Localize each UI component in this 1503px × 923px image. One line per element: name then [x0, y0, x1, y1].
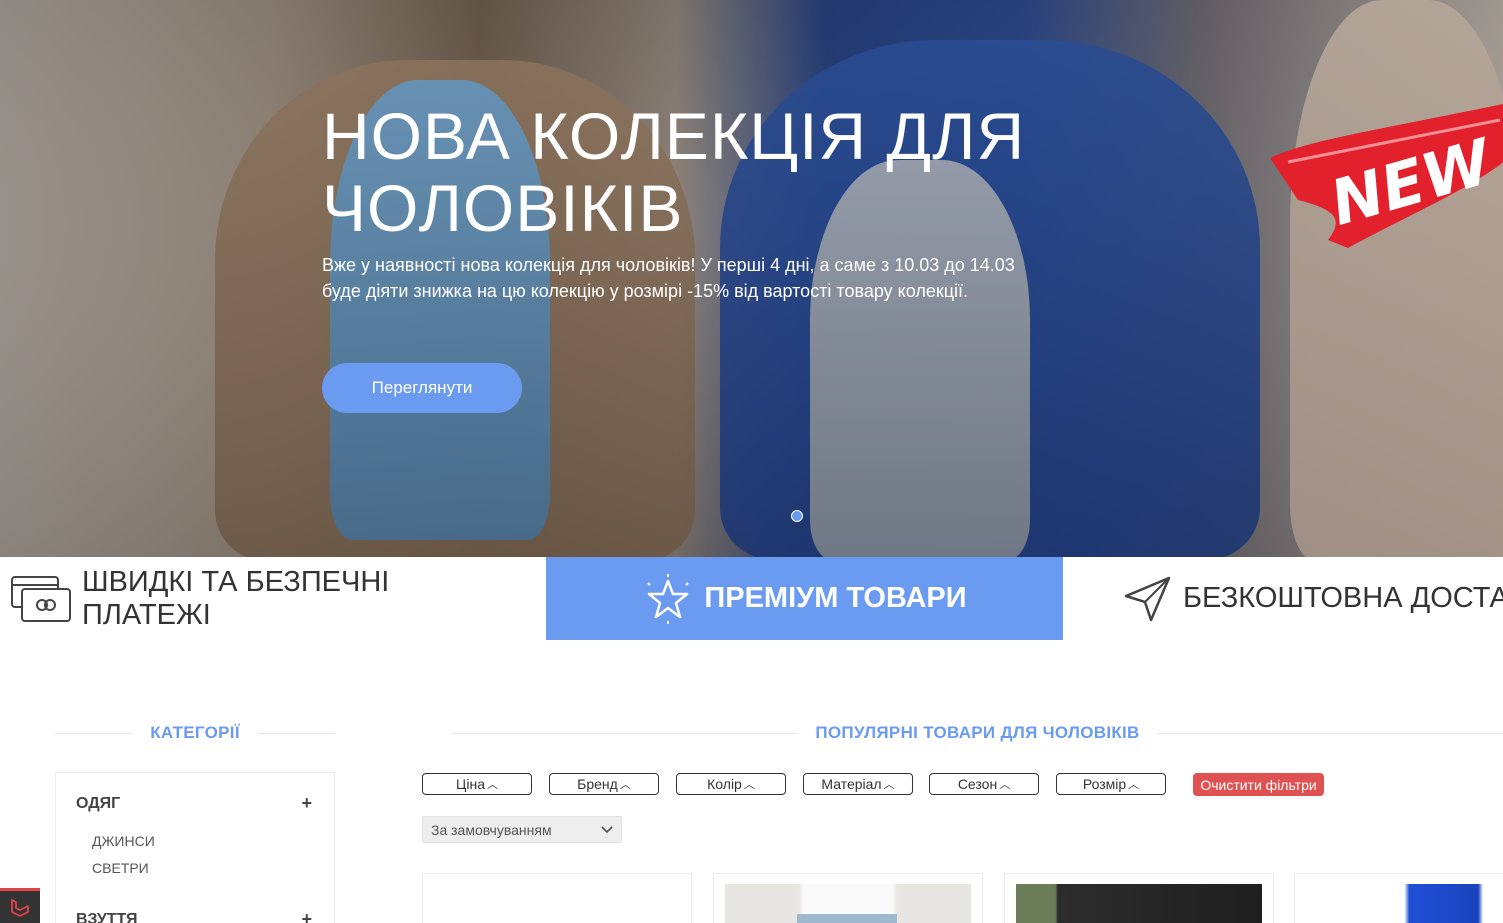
- categories-heading: КАТЕГОРІЇ: [55, 722, 335, 744]
- clear-filters-button[interactable]: Очистити фільтри: [1193, 773, 1324, 796]
- categories-title: КАТЕГОРІЇ: [150, 723, 240, 742]
- chevron-down-icon: ︿: [1128, 779, 1140, 791]
- filter-label: Сезон: [957, 776, 998, 792]
- category-item-sweaters[interactable]: СВЕТРИ: [92, 860, 149, 876]
- new-badge-icon: NEW: [1270, 104, 1503, 248]
- star-icon: [647, 573, 690, 624]
- categories-panel: ОДЯГ + ДЖИНСИ СВЕТРИ ВЗУТТЯ +: [55, 772, 335, 923]
- filter-brand[interactable]: Бренд ︿: [549, 773, 659, 795]
- category-item-jeans[interactable]: ДЖИНСИ: [92, 833, 155, 849]
- category-group-clothing[interactable]: ОДЯГ +: [76, 793, 312, 814]
- feature-payments: ШВИДКІ ТА БЕЗПЕЧНІ ПЛАТЕЖІ: [0, 557, 546, 640]
- payment-card-icon: [11, 575, 71, 622]
- category-group-label[interactable]: ОДЯГ: [76, 795, 120, 813]
- filter-price[interactable]: Ціна ︿: [422, 773, 532, 795]
- filter-label: Бренд: [577, 776, 618, 792]
- chevron-down-icon: ︿: [743, 779, 755, 791]
- filter-size[interactable]: Розмір ︿: [1056, 773, 1166, 795]
- sort-selected-value: За замовчуванням: [431, 821, 552, 838]
- hero-title: НОВА КОЛЕКЦІЯ ДЛЯ ЧОЛОВІКІВ: [322, 99, 1026, 245]
- category-group-shoes[interactable]: ВЗУТТЯ +: [76, 909, 312, 923]
- chevron-down-icon: [601, 825, 613, 833]
- chevron-down-icon: ︿: [999, 779, 1011, 791]
- feature-shipping-label: БЕЗКОШТОВНА ДОСТАВКА: [1183, 582, 1503, 614]
- filter-label: Розмір: [1082, 776, 1127, 792]
- product-card[interactable]: [422, 873, 692, 923]
- filter-season[interactable]: Сезон ︿: [929, 773, 1039, 795]
- product-card[interactable]: [713, 873, 983, 923]
- slider-dot-active[interactable]: [791, 510, 803, 522]
- popular-title: ПОПУЛЯРНІ ТОВАРИ ДЛЯ ЧОЛОВІКІВ: [815, 723, 1140, 742]
- debugbar-tab[interactable]: [0, 888, 40, 923]
- product-jeans: [797, 914, 897, 923]
- feature-shipping: БЕЗКОШТОВНА ДОСТАВКА: [1063, 557, 1503, 640]
- product-image[interactable]: [725, 884, 971, 923]
- chevron-down-icon: ︿: [619, 779, 631, 791]
- feature-premium: ПРЕМІУМ ТОВАРИ: [546, 557, 1063, 640]
- filter-label: Ціна: [456, 776, 485, 792]
- product-image[interactable]: [1306, 884, 1503, 923]
- category-group-label[interactable]: ВЗУТТЯ: [76, 911, 138, 923]
- divider: [55, 732, 133, 734]
- filter-label: Матеріал: [821, 776, 882, 792]
- chevron-down-icon: ︿: [486, 779, 498, 791]
- filter-label: Колір: [707, 776, 742, 792]
- filter-color[interactable]: Колір ︿: [676, 773, 786, 795]
- divider: [257, 732, 335, 734]
- chevron-down-icon: ︿: [883, 779, 895, 791]
- hero-banner: НОВА КОЛЕКЦІЯ ДЛЯ ЧОЛОВІКІВ Вже у наявно…: [0, 0, 1503, 557]
- feature-premium-label: ПРЕМІУМ ТОВАРИ: [704, 582, 967, 614]
- expand-plus-icon[interactable]: +: [301, 909, 312, 923]
- feature-payments-label: ШВИДКІ ТА БЕЗПЕЧНІ ПЛАТЕЖІ: [82, 565, 390, 631]
- filter-material[interactable]: Матеріал ︿: [803, 773, 913, 795]
- product-card[interactable]: [1004, 873, 1274, 923]
- hero-model-right: [1290, 0, 1503, 557]
- view-collection-button[interactable]: Переглянути: [322, 363, 522, 413]
- divider: [1157, 732, 1503, 734]
- product-image[interactable]: [1016, 884, 1262, 923]
- popular-heading: ПОПУЛЯРНІ ТОВАРИ ДЛЯ ЧОЛОВІКІВ: [452, 722, 1503, 744]
- paper-plane-icon: [1124, 576, 1171, 621]
- hero-description: Вже у наявності нова колекція для чолові…: [322, 255, 1015, 301]
- divider: [452, 732, 798, 734]
- sort-select[interactable]: За замовчуванням: [422, 816, 622, 843]
- product-card[interactable]: [1294, 873, 1503, 923]
- laravel-logo-icon: [11, 899, 29, 917]
- expand-plus-icon[interactable]: +: [301, 793, 312, 814]
